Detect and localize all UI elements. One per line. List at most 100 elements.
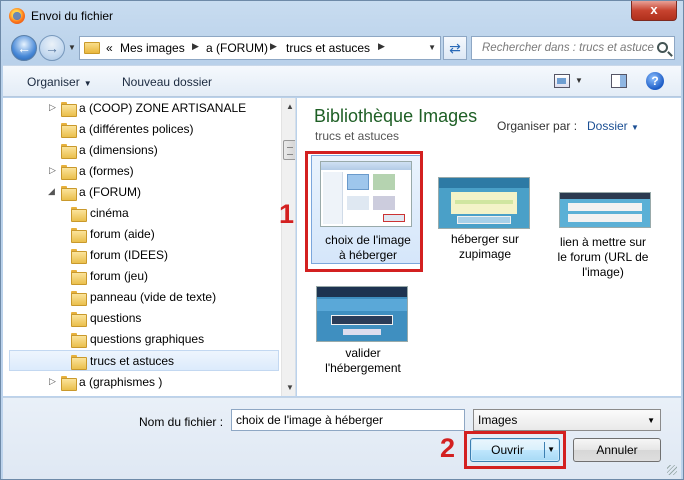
step-number-2: 2 bbox=[440, 433, 456, 463]
title-bar: Envoi du fichier x bbox=[1, 1, 683, 31]
breadcrumb-forum[interactable]: a (FORUM) bbox=[206, 41, 268, 55]
tree-item-label: a (FORUM) bbox=[79, 185, 141, 199]
file-caption-line: le forum (URL de bbox=[557, 250, 649, 264]
scroll-up-icon[interactable]: ▲ bbox=[282, 98, 295, 115]
arrow-left-icon: ← bbox=[17, 40, 31, 56]
breadcrumb-mes-images[interactable]: Mes images bbox=[120, 41, 185, 55]
chevron-down-icon[interactable]: ▼ bbox=[575, 76, 583, 85]
expand-arrow-icon[interactable]: ▷ bbox=[49, 102, 56, 113]
tree-item[interactable]: panneau (vide de texte) bbox=[3, 287, 279, 308]
tree-item[interactable]: ▷ a (COOP) ZONE ARTISANALE bbox=[3, 98, 279, 119]
tree-item-label: trucs et astuces bbox=[90, 354, 175, 368]
library-subtitle: trucs et astuces bbox=[315, 129, 400, 143]
folder-icon bbox=[61, 101, 77, 117]
close-button[interactable]: x bbox=[631, 1, 677, 21]
refresh-button[interactable]: ⇄ bbox=[443, 36, 467, 60]
help-icon[interactable]: ? bbox=[646, 72, 664, 90]
organize-label: Organiser bbox=[27, 75, 80, 89]
file-type-select[interactable]: Images ▼ bbox=[473, 409, 661, 431]
expand-arrow-icon[interactable]: ▷ bbox=[49, 165, 56, 176]
command-toolbar: Organiser ▼ Nouveau dossier ▼ ? bbox=[3, 65, 681, 97]
library-title: Bibliothèque Images bbox=[314, 106, 478, 126]
cancel-button[interactable]: Annuler bbox=[573, 438, 661, 462]
tree-item[interactable]: ▷ a (graphismes ) bbox=[3, 372, 279, 393]
arrow-right-icon: → bbox=[45, 40, 59, 56]
tree-item[interactable]: forum (jeu) bbox=[3, 266, 279, 287]
chevron-right-icon[interactable]: ▶ bbox=[192, 41, 199, 52]
search-icon bbox=[657, 42, 668, 53]
highlight-box-file bbox=[305, 151, 423, 272]
chevron-down-icon[interactable]: ▼ bbox=[428, 43, 436, 52]
scrollbar-thumb[interactable] bbox=[283, 140, 295, 160]
expand-arrow-icon[interactable]: ▷ bbox=[49, 376, 56, 387]
arrange-by-label: Organiser par : bbox=[497, 119, 578, 133]
tree-item-selected[interactable]: trucs et astuces bbox=[9, 350, 279, 371]
tree-item[interactable]: questions bbox=[3, 308, 279, 329]
breadcrumb-overflow[interactable]: « bbox=[106, 41, 113, 55]
file-caption: lien à mettre sur le forum (URL de l'ima… bbox=[547, 235, 659, 280]
file-caption-line: zupimage bbox=[458, 247, 512, 261]
tree-item-label: panneau (vide de texte) bbox=[90, 290, 217, 304]
new-folder-button[interactable]: Nouveau dossier bbox=[122, 75, 212, 89]
tree-item[interactable]: a (différentes polices) bbox=[3, 119, 279, 140]
collapse-arrow-icon[interactable]: ◢ bbox=[48, 186, 55, 197]
folder-icon bbox=[71, 206, 87, 222]
file-thumbnail-image bbox=[316, 286, 408, 342]
chevron-down-icon: ▼ bbox=[647, 416, 655, 425]
scroll-down-icon[interactable]: ▼ bbox=[282, 379, 295, 396]
chevron-right-icon[interactable]: ▶ bbox=[378, 41, 385, 52]
folder-icon bbox=[61, 122, 77, 138]
step-number-1: 1 bbox=[279, 199, 295, 229]
arrange-by-value: Dossier bbox=[587, 119, 628, 133]
folder-icon bbox=[61, 375, 77, 391]
firefox-icon bbox=[9, 8, 25, 24]
search-input[interactable]: Rechercher dans : trucs et astuces bbox=[471, 36, 675, 60]
folder-icon bbox=[84, 42, 100, 54]
file-thumbnail-item[interactable]: héberger sur zupimage bbox=[429, 155, 541, 264]
tree-item[interactable]: forum (IDEES) bbox=[3, 245, 279, 266]
tree-scrollbar[interactable]: ▲ ▼ bbox=[281, 98, 295, 396]
organize-menu-button[interactable]: Organiser ▼ bbox=[27, 75, 92, 89]
folder-icon bbox=[71, 248, 87, 264]
forward-button[interactable]: → bbox=[39, 35, 65, 61]
search-placeholder: Rechercher dans : trucs et astuces bbox=[482, 42, 654, 54]
tree-item[interactable]: questions graphiques bbox=[3, 329, 279, 350]
file-thumbnail-item[interactable]: lien à mettre sur le forum (URL de l'ima… bbox=[547, 155, 659, 280]
file-caption: héberger sur zupimage bbox=[429, 232, 541, 262]
chevron-down-icon: ▼ bbox=[631, 123, 639, 132]
tree-item-label: a (formes) bbox=[79, 164, 134, 178]
breadcrumb-trucs-et-astuces[interactable]: trucs et astuces bbox=[286, 41, 370, 55]
arrange-by-dropdown[interactable]: Dossier ▼ bbox=[587, 119, 639, 133]
tree-item-label: forum (IDEES) bbox=[90, 248, 169, 262]
address-bar[interactable]: « Mes images ▶ a (FORUM) ▶ trucs et astu… bbox=[79, 36, 441, 60]
chevron-down-icon: ▼ bbox=[83, 79, 92, 88]
tree-item[interactable]: forum (aide) bbox=[3, 224, 279, 245]
tree-item[interactable]: cinéma bbox=[3, 203, 279, 224]
folder-icon bbox=[71, 354, 87, 370]
tree-item[interactable]: a (dimensions) bbox=[3, 140, 279, 161]
folder-icon bbox=[71, 332, 87, 348]
file-thumbnail-item[interactable]: valider l'hébergement bbox=[311, 280, 423, 378]
navigation-tree: ▷ a (COOP) ZONE ARTISANALE a (différente… bbox=[3, 98, 296, 396]
folder-icon bbox=[71, 311, 87, 327]
file-type-value: Images bbox=[478, 413, 518, 427]
folder-icon bbox=[71, 227, 87, 243]
tree-item[interactable]: ◢ a (FORUM) bbox=[3, 182, 279, 203]
filename-input[interactable]: choix de l'image à héberger bbox=[231, 409, 465, 431]
window-title: Envoi du fichier bbox=[31, 9, 114, 23]
recent-pages-dropdown-icon[interactable]: ▼ bbox=[68, 43, 76, 52]
tree-item[interactable]: ▷ a (formes) bbox=[3, 161, 279, 182]
file-caption-line: héberger sur bbox=[450, 232, 520, 246]
tree-item-label: cinéma bbox=[90, 206, 129, 220]
chevron-right-icon[interactable]: ▶ bbox=[270, 41, 277, 52]
tree-item-label: questions graphiques bbox=[90, 332, 205, 346]
folder-icon bbox=[71, 290, 87, 306]
back-button[interactable]: ← bbox=[11, 35, 37, 61]
file-caption-line: valider bbox=[345, 346, 381, 360]
folder-icon bbox=[61, 164, 77, 180]
preview-pane-icon[interactable] bbox=[611, 74, 627, 88]
folder-icon bbox=[61, 185, 77, 201]
tree-item-label: a (COOP) ZONE ARTISANALE bbox=[79, 101, 247, 115]
change-view-icon[interactable] bbox=[554, 74, 570, 88]
resize-grip-icon[interactable] bbox=[667, 465, 677, 475]
